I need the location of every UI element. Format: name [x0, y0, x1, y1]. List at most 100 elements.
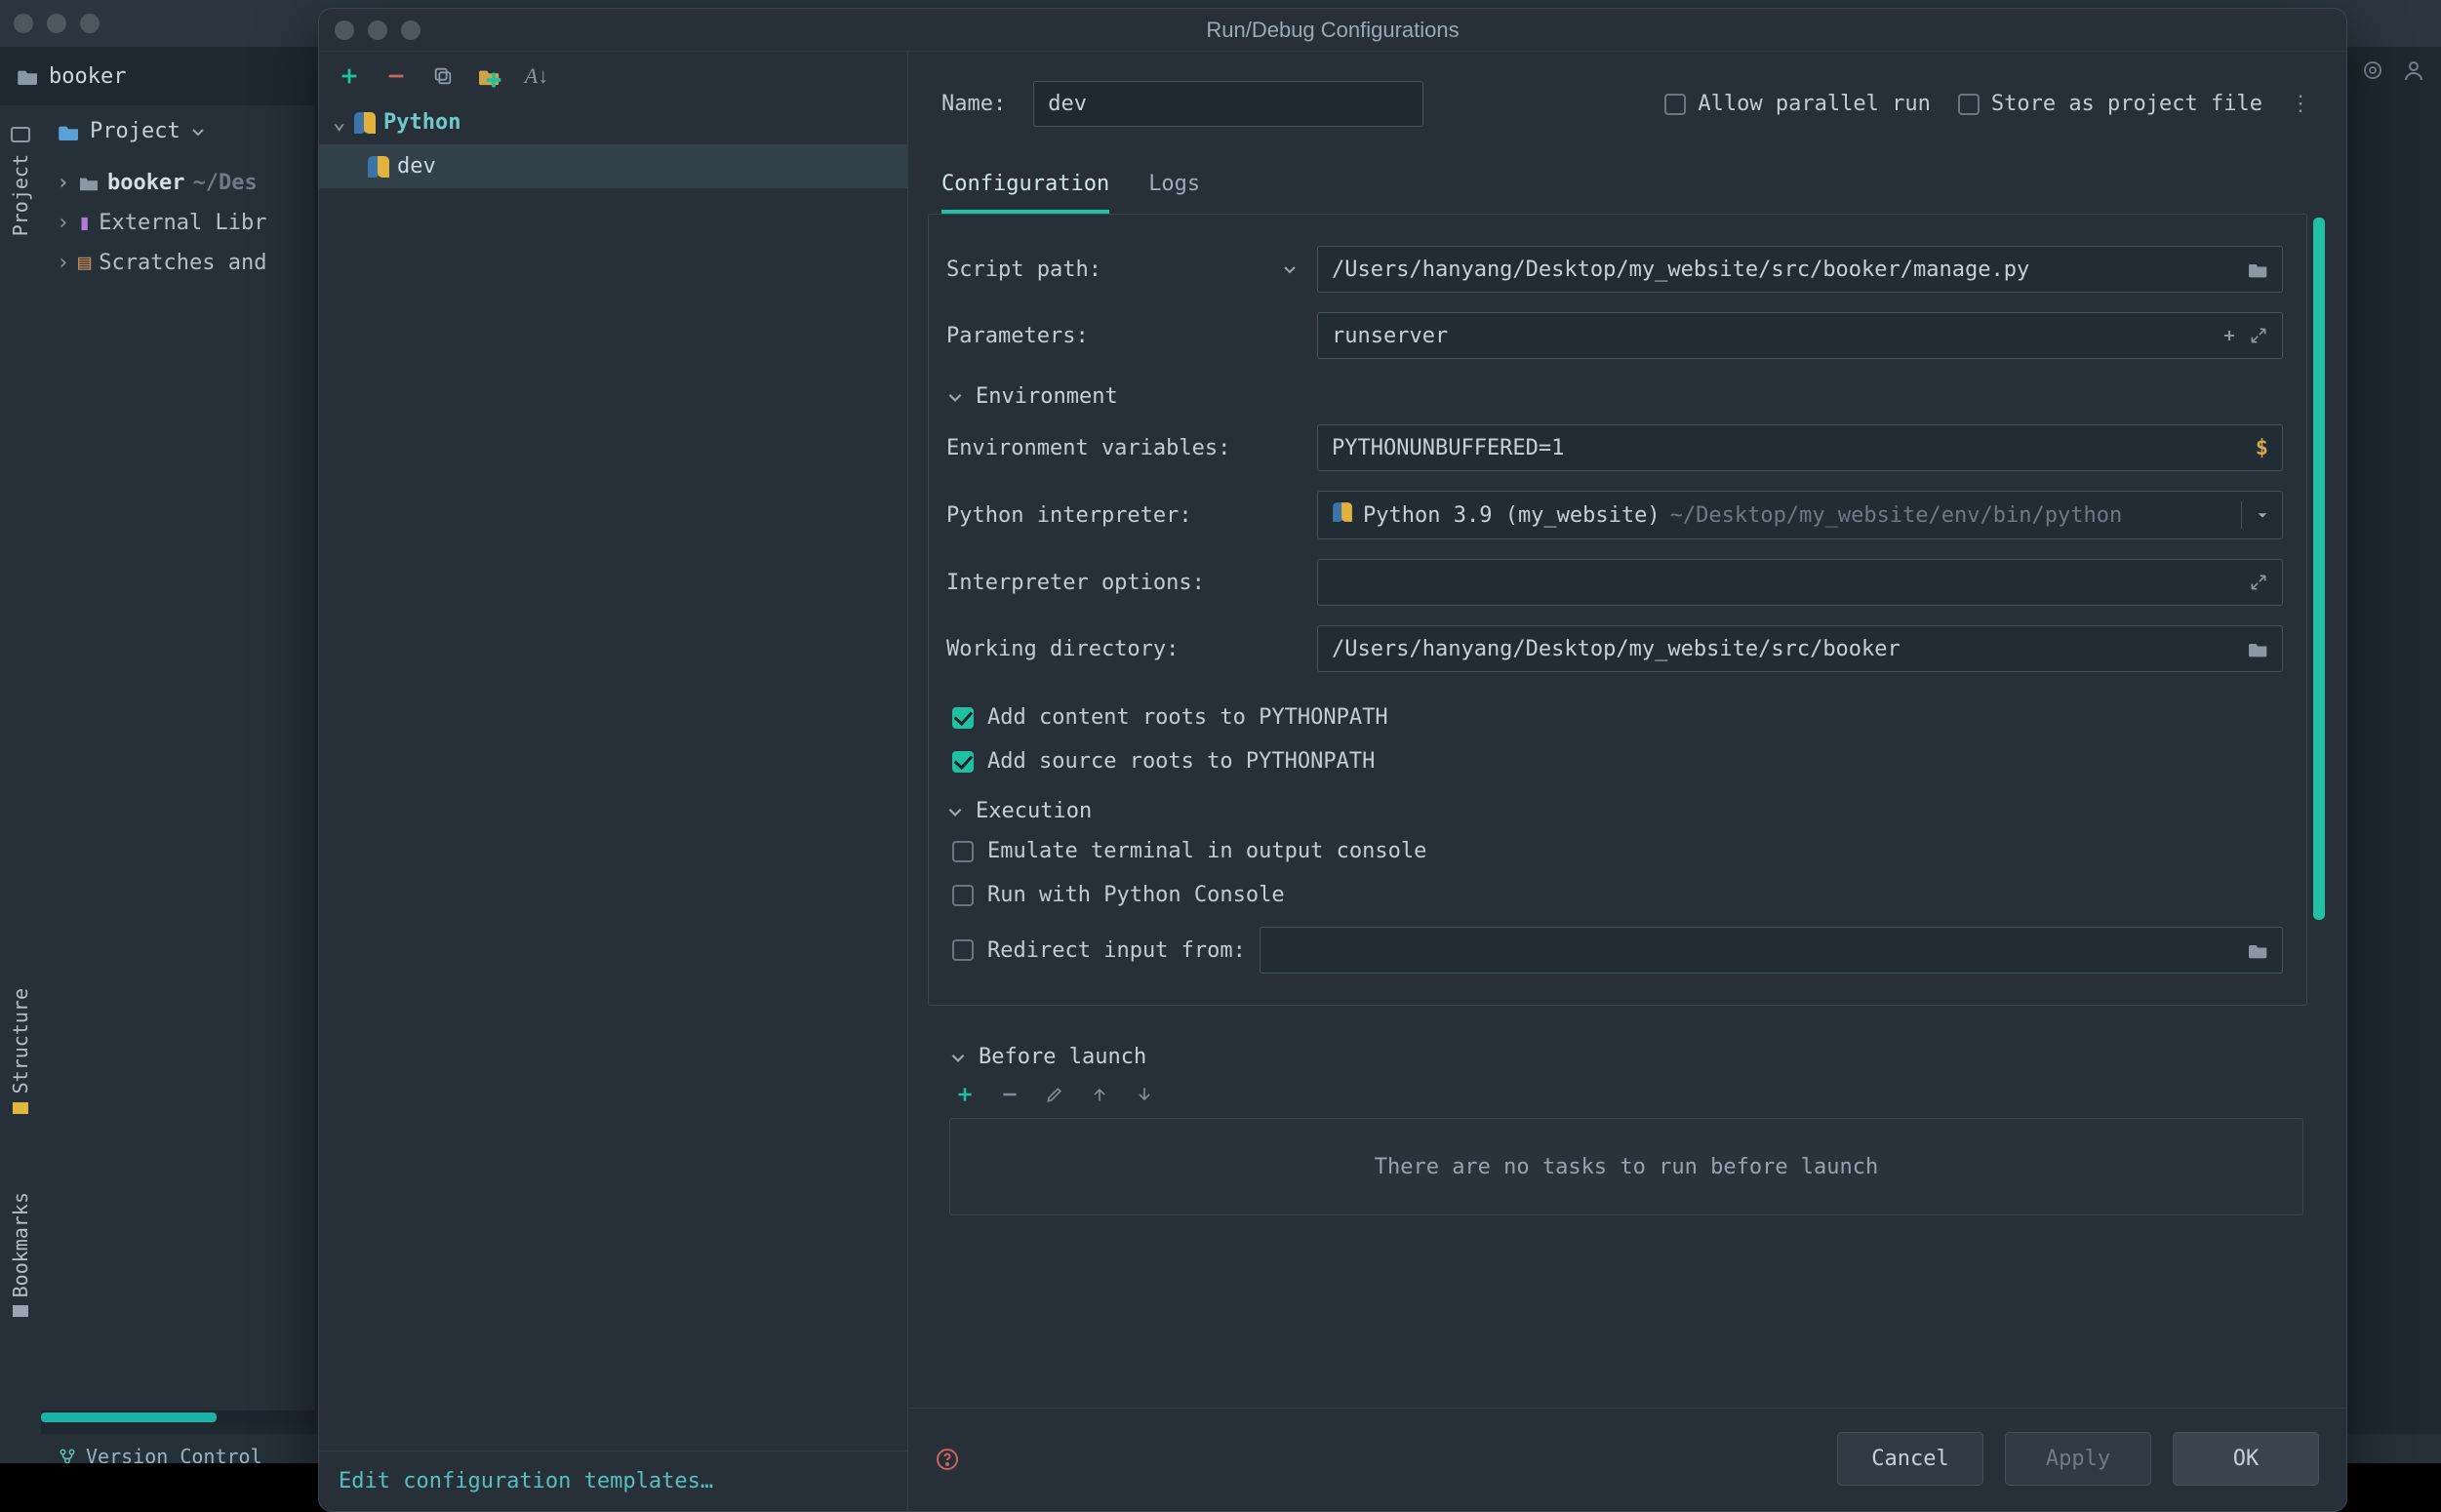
bookmarks-icon — [13, 1305, 28, 1317]
before-launch-header[interactable]: Before launch — [949, 1029, 2303, 1075]
dialog-window-controls — [335, 20, 420, 40]
project-tree[interactable]: › booker ~/Des › ▮ External Libr › ▤ Scr… — [41, 157, 314, 289]
project-panel-header[interactable]: Project — [41, 105, 314, 157]
parameters-input[interactable]: runserver — [1317, 312, 2283, 359]
bl-up-button[interactable] — [1090, 1085, 1109, 1104]
cancel-button[interactable]: Cancel — [1837, 1432, 1983, 1486]
structure-icon — [13, 1102, 28, 1114]
project-h-scrollbar[interactable] — [41, 1411, 314, 1424]
chevron-down-icon: ⌄ — [333, 110, 346, 135]
tree-root[interactable]: › booker ~/Des — [51, 163, 304, 203]
dialog-traffic-max[interactable] — [401, 20, 420, 40]
workdir-label: Working directory: — [946, 637, 1298, 661]
chevron-right-icon: › — [57, 171, 70, 195]
help-button[interactable] — [936, 1448, 959, 1471]
name-input[interactable] — [1033, 81, 1423, 127]
tab-logs[interactable]: Logs — [1148, 172, 1200, 214]
redirect-input-checkbox[interactable]: Redirect input from: — [952, 938, 1246, 963]
interpreter-select[interactable]: Python 3.9 (my_website) ~/Desktop/my_web… — [1317, 491, 2283, 539]
ok-button[interactable]: OK — [2173, 1432, 2319, 1486]
before-launch-toolbar — [949, 1075, 2303, 1118]
config-group-python[interactable]: ⌄ Python — [319, 100, 907, 144]
before-launch-label: Before launch — [979, 1045, 1146, 1069]
source-roots-checkbox[interactable]: Add source roots to PYTHONPATH — [946, 739, 2283, 783]
target-icon[interactable] — [2361, 59, 2384, 82]
emulate-terminal-checkbox[interactable]: Emulate terminal in output console — [946, 829, 2283, 873]
script-path-input[interactable]: /Users/hanyang/Desktop/my_website/src/bo… — [1317, 246, 2283, 293]
tree-ext-libs[interactable]: › ▮ External Libr — [51, 203, 304, 243]
bookmarks-tool-label[interactable]: Bookmarks — [9, 1192, 32, 1297]
add-config-button[interactable] — [337, 63, 362, 89]
browse-folder-icon[interactable] — [2249, 940, 2268, 960]
traffic-min[interactable] — [47, 14, 66, 33]
expand-icon[interactable] — [2249, 326, 2268, 345]
python-icon — [1332, 501, 1353, 529]
config-tabs: Configuration Logs — [908, 131, 2346, 214]
sort-config-button[interactable]: A↓ — [524, 63, 549, 89]
chevron-down-icon — [949, 1049, 967, 1066]
environment-section-header[interactable]: Environment — [946, 369, 2283, 415]
config-list-panel: A↓ ⌄ Python dev Edit configuration templ… — [319, 52, 908, 1511]
before-launch-list[interactable]: There are no tasks to run before launch — [949, 1118, 2303, 1215]
bl-down-button[interactable] — [1135, 1085, 1154, 1104]
store-project-checkbox[interactable]: Store as project file — [1958, 92, 2262, 116]
left-tool-rail: Project Structure Bookmarks — [0, 105, 41, 1512]
traffic-close[interactable] — [14, 14, 33, 33]
content-roots-checkbox[interactable]: Add content roots to PYTHONPATH — [946, 696, 2283, 739]
python-console-checkbox[interactable]: Run with Python Console — [946, 873, 2283, 917]
env-vars-value: PYTHONUNBUFFERED=1 — [1332, 436, 2246, 460]
env-vars-input[interactable]: PYTHONUNBUFFERED=1 $ — [1317, 424, 2283, 471]
checkbox-box — [952, 751, 974, 773]
interpreter-dropdown-button[interactable] — [2241, 501, 2282, 529]
copy-config-button[interactable] — [430, 63, 456, 89]
workdir-input[interactable]: /Users/hanyang/Desktop/my_website/src/bo… — [1317, 625, 2283, 672]
checkbox-box — [952, 939, 974, 961]
redirect-input-row: Redirect input from: — [946, 917, 2283, 983]
allow-parallel-checkbox[interactable]: Allow parallel run — [1664, 92, 1930, 116]
script-path-dropdown-button[interactable] — [1282, 261, 1298, 277]
bl-remove-button[interactable] — [1000, 1085, 1020, 1104]
traffic-max[interactable] — [80, 14, 100, 33]
tree-scratches[interactable]: › ▤ Scratches and — [51, 243, 304, 283]
user-icon[interactable] — [2402, 59, 2425, 82]
config-item-dev[interactable]: dev — [319, 144, 907, 188]
add-macro-icon[interactable] — [2220, 326, 2239, 345]
structure-tool-label[interactable]: Structure — [9, 988, 32, 1094]
breadcrumb[interactable]: booker — [18, 53, 126, 99]
parameters-label: Parameters: — [946, 324, 1298, 348]
checkbox-box — [952, 707, 974, 729]
library-icon: ▮ — [78, 211, 91, 235]
form-scrollbar[interactable] — [2313, 218, 2325, 920]
project-tool-label[interactable]: Project — [9, 154, 32, 236]
folder-config-button[interactable] — [477, 63, 502, 89]
redirect-input-field[interactable] — [1260, 927, 2283, 974]
apply-button[interactable]: Apply — [2005, 1432, 2151, 1486]
dialog-traffic-close[interactable] — [335, 20, 354, 40]
bl-edit-button[interactable] — [1045, 1085, 1064, 1104]
interp-opts-input[interactable] — [1317, 559, 2283, 606]
chevron-down-icon[interactable] — [190, 124, 206, 139]
browse-folder-icon[interactable] — [2249, 639, 2268, 658]
config-tree[interactable]: ⌄ Python dev — [319, 97, 907, 192]
browse-folder-icon[interactable] — [2249, 259, 2268, 279]
folder-icon — [18, 67, 39, 85]
env-vars-edit-icon[interactable]: $ — [2256, 436, 2268, 460]
tab-configuration[interactable]: Configuration — [941, 172, 1109, 214]
scrollbar-thumb[interactable] — [41, 1413, 217, 1422]
expand-icon[interactable] — [2249, 573, 2268, 592]
checkbox-box — [952, 841, 974, 862]
more-options-button[interactable]: ⋮ — [2290, 92, 2313, 116]
execution-section-header[interactable]: Execution — [946, 783, 2283, 829]
project-tool-icon[interactable] — [9, 123, 32, 146]
scratches-icon: ▤ — [78, 251, 91, 275]
dialog-titlebar[interactable]: Run/Debug Configurations — [319, 9, 2346, 52]
edit-templates-link[interactable]: Edit configuration templates… — [319, 1451, 907, 1511]
checkbox-box — [1958, 94, 1980, 115]
dialog-traffic-min[interactable] — [368, 20, 387, 40]
environment-section-label: Environment — [976, 384, 1118, 409]
python-console-label: Run with Python Console — [987, 883, 1285, 907]
remove-config-button[interactable] — [383, 63, 409, 89]
folder-icon — [59, 123, 80, 140]
tree-root-name: booker — [107, 171, 184, 195]
bl-add-button[interactable] — [955, 1085, 975, 1104]
